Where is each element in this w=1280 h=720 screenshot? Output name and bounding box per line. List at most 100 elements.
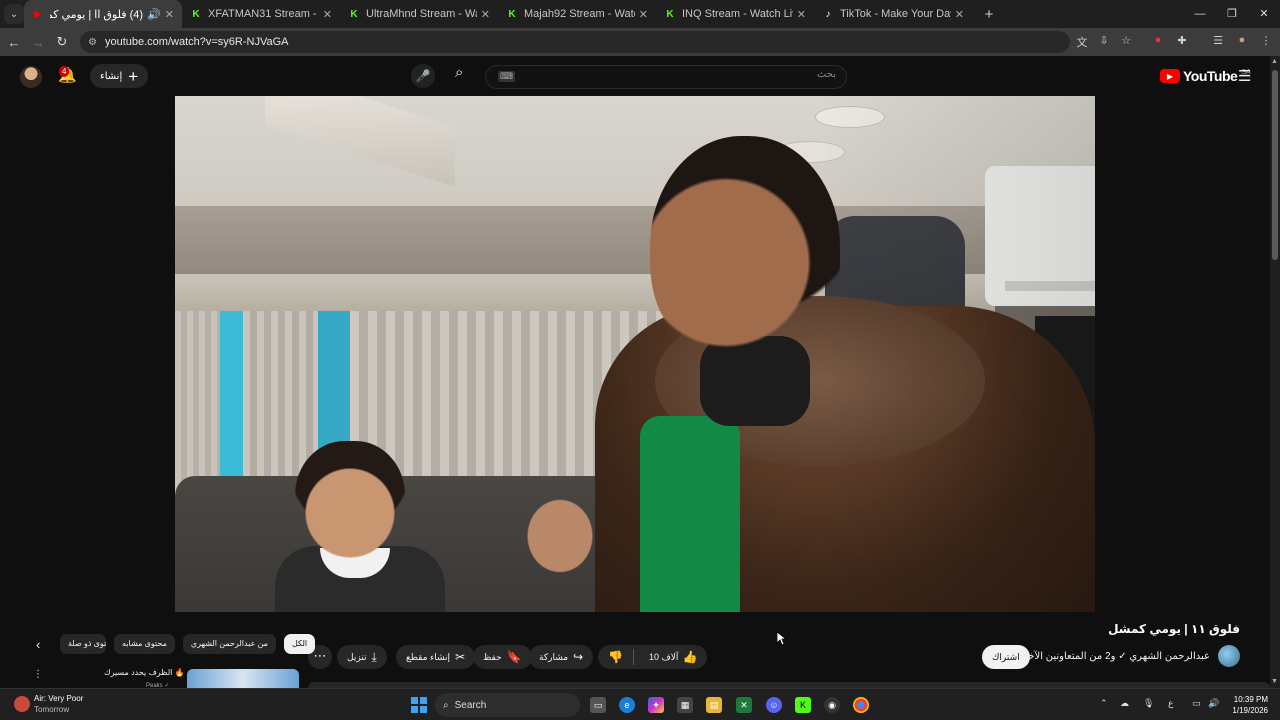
- weather-status[interactable]: Air: Very Poor: [34, 694, 83, 703]
- weather-icon[interactable]: [14, 696, 30, 712]
- minimize-icon[interactable]: —: [1184, 0, 1216, 28]
- extensions-puzzle-icon[interactable]: ✚: [1174, 34, 1190, 47]
- input-language[interactable]: ع: [1168, 698, 1173, 709]
- address-bar-row: ← → ↻ ⚙ youtube.com/watch?v=sy6R-NJVaGA …: [0, 28, 1280, 56]
- close-tab-icon[interactable]: ✕: [165, 8, 174, 21]
- recommendation-menu-icon[interactable]: ⋮: [33, 669, 43, 680]
- chip-similar[interactable]: محتوى مشابه: [114, 634, 175, 654]
- windows-start-icon[interactable]: [411, 697, 427, 713]
- reload-icon[interactable]: ↻: [50, 34, 74, 50]
- chip-all[interactable]: الكل: [283, 634, 316, 654]
- clip-label: إنشاء مقطع: [406, 651, 451, 662]
- close-tab-icon[interactable]: ✕: [955, 8, 964, 21]
- video-frame-shading: [175, 96, 1095, 612]
- file-explorer-icon[interactable]: ▤: [706, 697, 722, 713]
- related-chips: ‹ محتوى ذو صلة محتوى مشابه من عبدالرحمن …: [36, 634, 316, 654]
- discord-icon[interactable]: ☺: [766, 697, 782, 713]
- share-button[interactable]: مشاركة ↪: [529, 645, 594, 669]
- clock-time: 10:39 PM: [1233, 695, 1268, 704]
- profile-avatar-icon[interactable]: ●: [1234, 34, 1250, 46]
- save-button[interactable]: حفظ 🔖: [473, 645, 532, 669]
- keyboard-icon[interactable]: ⌨: [498, 71, 515, 82]
- copilot-icon[interactable]: ✦: [648, 697, 664, 713]
- audio-icon[interactable]: 🔊: [147, 8, 161, 21]
- tab-title: (4) فلوق اا | يومي كمشل - YouTube: [50, 8, 144, 21]
- taskbar-search-box[interactable]: ⌕ Search: [435, 693, 580, 717]
- subscribe-button[interactable]: اشتراك: [982, 645, 1030, 669]
- scroll-down-icon[interactable]: ▼: [1271, 678, 1278, 685]
- extension-badge-icon[interactable]: ●: [1150, 34, 1166, 46]
- download-button[interactable]: تنزيل ⤓: [337, 645, 387, 669]
- scroll-up-icon[interactable]: ▲: [1271, 58, 1278, 65]
- microphone-tray-icon[interactable]: 🎙: [1143, 698, 1154, 709]
- network-icon[interactable]: ▭: [1192, 698, 1201, 709]
- site-info-icon[interactable]: ⚙: [88, 37, 97, 48]
- search-input[interactable]: [536, 69, 836, 80]
- account-avatar[interactable]: [20, 66, 42, 88]
- recommendation-title[interactable]: الظرف يحدد مسيرك 🔥: [104, 668, 185, 677]
- edge-icon[interactable]: e: [619, 697, 635, 713]
- restore-icon[interactable]: ❐: [1216, 0, 1248, 28]
- like-dislike-group: 👎 10 آلاف 👍: [598, 645, 708, 669]
- create-button[interactable]: إنشاء +: [90, 64, 149, 88]
- tab-title: INQ Stream - Watch Live on Kic: [682, 8, 793, 20]
- share-icon: ↪: [573, 650, 584, 664]
- task-view-icon[interactable]: ▭: [590, 697, 606, 713]
- tab-inq[interactable]: K INQ Stream - Watch Live on Kic ✕: [656, 0, 814, 28]
- close-tab-icon[interactable]: ✕: [639, 8, 648, 21]
- recommendation-thumbnail[interactable]: [187, 669, 299, 689]
- voice-search-mic-icon[interactable]: 🎤: [411, 64, 435, 88]
- new-tab-button[interactable]: +: [978, 6, 1000, 23]
- tray-overflow-icon[interactable]: ⌃: [1100, 698, 1108, 709]
- clip-button[interactable]: إنشاء مقطع ✂: [396, 645, 476, 669]
- guide-menu-icon[interactable]: ☰: [1238, 67, 1251, 85]
- tab-search-button[interactable]: ⌄: [4, 4, 24, 24]
- taskbar-clock[interactable]: 10:39 PM 1/19/2026: [1222, 694, 1268, 716]
- mouse-cursor-icon: [777, 632, 787, 646]
- page-scrollbar[interactable]: ▲ ▼: [1270, 56, 1280, 688]
- tab-youtube[interactable]: ▶ (4) فلوق اا | يومي كمشل - YouTube 🔊 ✕: [24, 0, 182, 28]
- chip-from-channel[interactable]: من عبدالرحمن الشهري: [182, 634, 276, 654]
- tab-xfatman[interactable]: K XFATMAN31 Stream - Watch Live ✕: [182, 0, 340, 28]
- onedrive-icon[interactable]: ☁: [1120, 698, 1129, 709]
- close-tab-icon[interactable]: ✕: [797, 8, 806, 21]
- dislike-icon[interactable]: 👎: [598, 649, 634, 665]
- scrollbar-thumb[interactable]: [1272, 70, 1278, 260]
- close-tab-icon[interactable]: ✕: [481, 8, 490, 21]
- like-button[interactable]: 10 آلاف 👍: [639, 650, 707, 664]
- chip-related[interactable]: محتوى ذو صلة: [60, 634, 106, 654]
- back-icon[interactable]: ←: [2, 35, 26, 50]
- close-window-icon[interactable]: ✕: [1248, 0, 1280, 28]
- tab-majah[interactable]: K Majah92 Stream - Watch Live o ✕: [498, 0, 656, 28]
- chevron-left-icon[interactable]: ‹: [36, 637, 52, 652]
- channel-row: عبدالرحمن الشهري ✓ و2 من المتعاونين الآخ…: [1012, 644, 1240, 668]
- install-app-icon[interactable]: ⇩: [1096, 34, 1112, 47]
- bookmark-star-icon[interactable]: ☆: [1118, 34, 1134, 47]
- xbox-icon[interactable]: ✕: [736, 697, 752, 713]
- obs-icon[interactable]: ◉: [824, 697, 840, 713]
- youtube-play-icon: ▶: [1160, 69, 1180, 83]
- browser-menu-icon[interactable]: ⋮: [1258, 34, 1274, 47]
- kick-icon: K: [666, 8, 674, 20]
- store-icon[interactable]: ▦: [677, 697, 693, 713]
- channel-avatar[interactable]: [1218, 645, 1240, 667]
- create-label: إنشاء: [100, 70, 123, 82]
- tab-ultramhnd[interactable]: K UltraMhnd Stream - Watch Live ✕: [340, 0, 498, 28]
- kick-icon: K: [508, 8, 516, 20]
- forward-icon[interactable]: →: [26, 35, 50, 50]
- video-player[interactable]: [175, 96, 1095, 612]
- video-title: فلوق ١١ | يومي كمشل: [1108, 622, 1240, 636]
- youtube-icon: ▶: [34, 8, 42, 20]
- omnibox[interactable]: ⚙ youtube.com/watch?v=sy6R-NJVaGA: [80, 31, 1070, 53]
- kick-app-icon[interactable]: K: [795, 697, 811, 713]
- volume-icon[interactable]: 🔊: [1208, 698, 1219, 709]
- translate-icon[interactable]: 文: [1074, 34, 1090, 50]
- chrome-icon[interactable]: [853, 697, 869, 713]
- tab-title: UltraMhnd Stream - Watch Live: [366, 8, 477, 20]
- close-tab-icon[interactable]: ✕: [323, 8, 332, 21]
- channel-name[interactable]: عبدالرحمن الشهري ✓ و2 من المتعاونين الآخ…: [1012, 651, 1210, 662]
- tab-tiktok[interactable]: ♪ TikTok - Make Your Day ✕: [814, 0, 972, 28]
- search-icon[interactable]: ⌕: [455, 64, 463, 81]
- reading-list-icon[interactable]: ☰: [1210, 34, 1226, 47]
- tab-title: TikTok - Make Your Day: [840, 8, 951, 20]
